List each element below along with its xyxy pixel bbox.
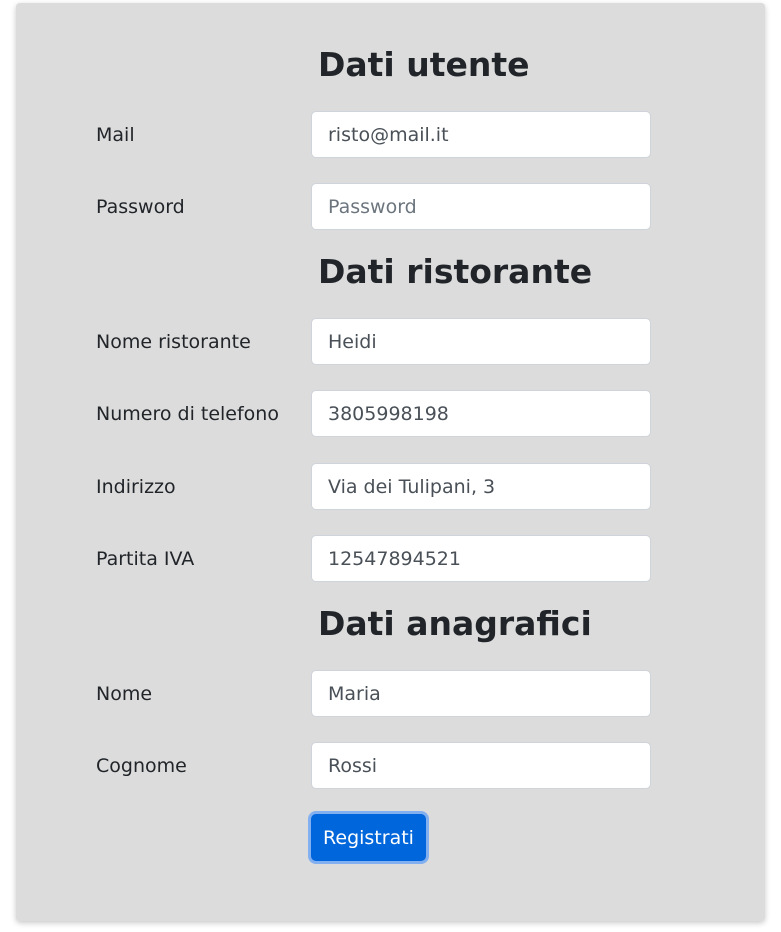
restaurant-name-label: Nome ristorante — [96, 331, 251, 353]
phone-number-label: Numero di telefono — [96, 403, 279, 425]
phone-number-input[interactable] — [311, 390, 651, 437]
first-name-input[interactable] — [311, 670, 651, 717]
vat-number-label: Partita IVA — [96, 548, 195, 570]
mail-label: Mail — [96, 124, 135, 146]
password-label: Password — [96, 196, 185, 218]
mail-input[interactable] — [311, 111, 651, 158]
section-title-restaurant-data: Dati ristorante — [318, 252, 593, 291]
last-name-input[interactable] — [311, 742, 651, 789]
section-title-user-data: Dati utente — [318, 45, 530, 84]
last-name-label: Cognome — [96, 755, 187, 777]
restaurant-name-input[interactable] — [311, 318, 651, 365]
register-button[interactable]: Registrati — [311, 814, 426, 861]
address-input[interactable] — [311, 463, 651, 510]
address-label: Indirizzo — [96, 476, 176, 498]
registration-form-card: Dati utente Mail Password Dati ristorant… — [16, 3, 765, 921]
first-name-label: Nome — [96, 683, 153, 705]
password-input[interactable] — [311, 183, 651, 230]
section-title-personal-data: Dati anagrafici — [318, 604, 592, 643]
vat-number-input[interactable] — [311, 535, 651, 582]
